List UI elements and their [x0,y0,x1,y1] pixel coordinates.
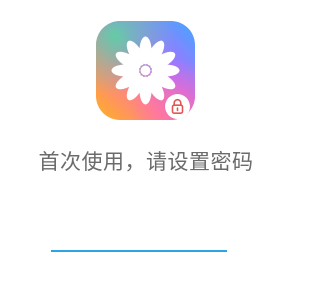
setup-password-prompt: 首次使用，请设置密码 [38,150,254,174]
password-field[interactable] [51,218,227,252]
lock-icon [171,98,184,114]
lock-badge [165,94,190,119]
